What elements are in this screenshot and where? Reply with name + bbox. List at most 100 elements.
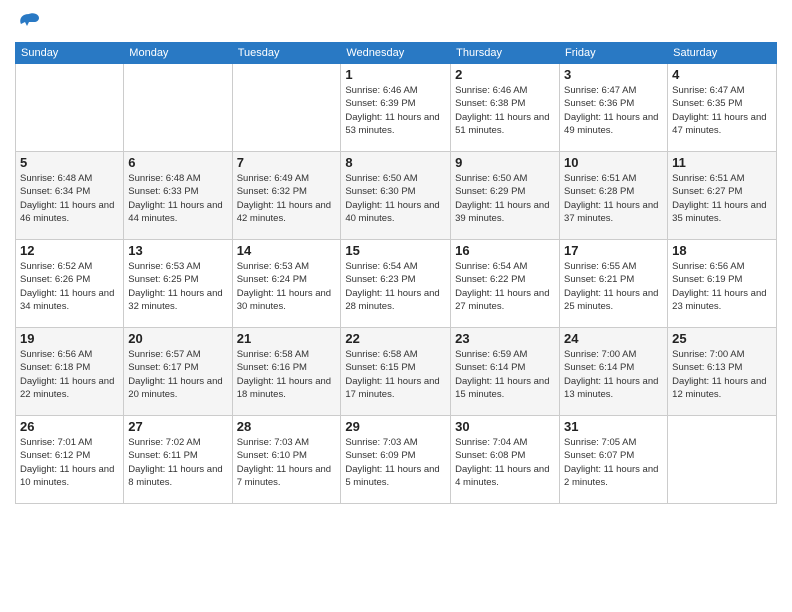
day-info: Sunrise: 6:59 AMSunset: 6:14 PMDaylight:… xyxy=(455,348,555,401)
calendar-cell: 10Sunrise: 6:51 AMSunset: 6:28 PMDayligh… xyxy=(560,152,668,240)
calendar-cell: 31Sunrise: 7:05 AMSunset: 6:07 PMDayligh… xyxy=(560,416,668,504)
day-info: Sunrise: 7:04 AMSunset: 6:08 PMDaylight:… xyxy=(455,436,555,489)
calendar-cell: 15Sunrise: 6:54 AMSunset: 6:23 PMDayligh… xyxy=(341,240,451,328)
calendar-cell: 26 Sunrise: 7:01 AMSunset: 6:12 PMDayligh… xyxy=(16,416,124,504)
weekday-header-monday: Monday xyxy=(124,43,232,64)
day-info: Sunrise: 6:50 AMSunset: 6:29 PMDaylight:… xyxy=(455,172,555,225)
day-info: Sunrise: 6:54 AMSunset: 6:23 PMDaylight:… xyxy=(345,260,446,313)
calendar-cell: 28 Sunrise: 7:03 AMSunset: 6:10 PMDayligh… xyxy=(232,416,341,504)
day-number: 28 xyxy=(237,419,337,434)
calendar-cell xyxy=(124,64,232,152)
calendar-week-4: 19 Sunrise: 6:56 AMSunset: 6:18 PMDayligh… xyxy=(16,328,777,416)
calendar-cell: 14Sunrise: 6:53 AMSunset: 6:24 PMDayligh… xyxy=(232,240,341,328)
calendar-cell: 23 Sunrise: 6:59 AMSunset: 6:14 PMDayligh… xyxy=(451,328,560,416)
weekday-header-sunday: Sunday xyxy=(16,43,124,64)
calendar-cell: 7 Sunrise: 6:49 AMSunset: 6:32 PMDaylight… xyxy=(232,152,341,240)
day-number: 9 xyxy=(455,155,555,170)
day-number: 12 xyxy=(20,243,119,258)
day-info: Sunrise: 6:48 AMSunset: 6:34 PMDaylight:… xyxy=(20,172,119,225)
calendar-cell: 25 Sunrise: 7:00 AMSunset: 6:13 PMDayligh… xyxy=(668,328,777,416)
day-info: Sunrise: 6:54 AMSunset: 6:22 PMDaylight:… xyxy=(455,260,555,313)
day-info: Sunrise: 6:56 AMSunset: 6:18 PMDaylight:… xyxy=(20,348,119,401)
day-number: 2 xyxy=(455,67,555,82)
day-info: Sunrise: 6:55 AMSunset: 6:21 PMDaylight:… xyxy=(564,260,663,313)
day-info: Sunrise: 6:52 AMSunset: 6:26 PMDaylight:… xyxy=(20,260,119,313)
day-number: 14 xyxy=(237,243,337,258)
day-number: 3 xyxy=(564,67,663,82)
day-number: 7 xyxy=(237,155,337,170)
day-number: 24 xyxy=(564,331,663,346)
weekday-header-wednesday: Wednesday xyxy=(341,43,451,64)
calendar-cell xyxy=(668,416,777,504)
calendar-cell: 12 Sunrise: 6:52 AMSunset: 6:26 PMDayligh… xyxy=(16,240,124,328)
calendar-week-5: 26 Sunrise: 7:01 AMSunset: 6:12 PMDayligh… xyxy=(16,416,777,504)
logo xyxy=(15,10,41,34)
day-number: 8 xyxy=(345,155,446,170)
calendar-cell: 27 Sunrise: 7:02 AMSunset: 6:11 PMDayligh… xyxy=(124,416,232,504)
day-number: 17 xyxy=(564,243,663,258)
weekday-header-tuesday: Tuesday xyxy=(232,43,341,64)
day-info: Sunrise: 6:49 AMSunset: 6:32 PMDaylight:… xyxy=(237,172,337,225)
day-info: Sunrise: 6:58 AMSunset: 6:16 PMDaylight:… xyxy=(237,348,337,401)
day-info: Sunrise: 7:00 AMSunset: 6:13 PMDaylight:… xyxy=(672,348,772,401)
calendar-cell: 5 Sunrise: 6:48 AMSunset: 6:34 PMDaylight… xyxy=(16,152,124,240)
day-info: Sunrise: 6:47 AMSunset: 6:35 PMDaylight:… xyxy=(672,84,772,137)
day-number: 29 xyxy=(345,419,446,434)
day-number: 13 xyxy=(128,243,227,258)
weekday-header-thursday: Thursday xyxy=(451,43,560,64)
day-info: Sunrise: 6:46 AMSunset: 6:39 PMDaylight:… xyxy=(345,84,446,137)
day-number: 23 xyxy=(455,331,555,346)
calendar-cell: 3 Sunrise: 6:47 AMSunset: 6:36 PMDaylight… xyxy=(560,64,668,152)
calendar-cell: 20Sunrise: 6:57 AMSunset: 6:17 PMDayligh… xyxy=(124,328,232,416)
day-info: Sunrise: 6:51 AMSunset: 6:27 PMDaylight:… xyxy=(672,172,772,225)
calendar-cell xyxy=(232,64,341,152)
day-number: 16 xyxy=(455,243,555,258)
day-info: Sunrise: 7:03 AMSunset: 6:10 PMDaylight:… xyxy=(237,436,337,489)
calendar-cell: 30 Sunrise: 7:04 AMSunset: 6:08 PMDayligh… xyxy=(451,416,560,504)
day-number: 19 xyxy=(20,331,119,346)
calendar-cell: 2 Sunrise: 6:46 AMSunset: 6:38 PMDaylight… xyxy=(451,64,560,152)
calendar-week-3: 12 Sunrise: 6:52 AMSunset: 6:26 PMDayligh… xyxy=(16,240,777,328)
day-info: Sunrise: 6:53 AMSunset: 6:25 PMDaylight:… xyxy=(128,260,227,313)
calendar-week-1: 1Sunrise: 6:46 AMSunset: 6:39 PMDaylight… xyxy=(16,64,777,152)
day-number: 4 xyxy=(672,67,772,82)
page: SundayMondayTuesdayWednesdayThursdayFrid… xyxy=(0,0,792,612)
day-info: Sunrise: 6:50 AMSunset: 6:30 PMDaylight:… xyxy=(345,172,446,225)
header xyxy=(15,10,777,34)
day-info: Sunrise: 6:46 AMSunset: 6:38 PMDaylight:… xyxy=(455,84,555,137)
day-info: Sunrise: 7:02 AMSunset: 6:11 PMDaylight:… xyxy=(128,436,227,489)
day-info: Sunrise: 7:03 AMSunset: 6:09 PMDaylight:… xyxy=(345,436,446,489)
day-number: 25 xyxy=(672,331,772,346)
calendar-cell: 11Sunrise: 6:51 AMSunset: 6:27 PMDayligh… xyxy=(668,152,777,240)
day-number: 26 xyxy=(20,419,119,434)
calendar-table: SundayMondayTuesdayWednesdayThursdayFrid… xyxy=(15,42,777,504)
day-number: 30 xyxy=(455,419,555,434)
calendar-cell: 22Sunrise: 6:58 AMSunset: 6:15 PMDayligh… xyxy=(341,328,451,416)
day-number: 27 xyxy=(128,419,227,434)
day-info: Sunrise: 7:05 AMSunset: 6:07 PMDaylight:… xyxy=(564,436,663,489)
weekday-header-row: SundayMondayTuesdayWednesdayThursdayFrid… xyxy=(16,43,777,64)
day-info: Sunrise: 6:57 AMSunset: 6:17 PMDaylight:… xyxy=(128,348,227,401)
calendar-cell: 9 Sunrise: 6:50 AMSunset: 6:29 PMDaylight… xyxy=(451,152,560,240)
calendar-cell: 19 Sunrise: 6:56 AMSunset: 6:18 PMDayligh… xyxy=(16,328,124,416)
calendar-week-2: 5 Sunrise: 6:48 AMSunset: 6:34 PMDaylight… xyxy=(16,152,777,240)
calendar-cell: 13 Sunrise: 6:53 AMSunset: 6:25 PMDayligh… xyxy=(124,240,232,328)
day-info: Sunrise: 6:58 AMSunset: 6:15 PMDaylight:… xyxy=(345,348,446,401)
day-info: Sunrise: 6:47 AMSunset: 6:36 PMDaylight:… xyxy=(564,84,663,137)
day-info: Sunrise: 7:01 AMSunset: 6:12 PMDaylight:… xyxy=(20,436,119,489)
calendar-cell xyxy=(16,64,124,152)
day-info: Sunrise: 6:56 AMSunset: 6:19 PMDaylight:… xyxy=(672,260,772,313)
weekday-header-saturday: Saturday xyxy=(668,43,777,64)
calendar-cell: 4 Sunrise: 6:47 AMSunset: 6:35 PMDaylight… xyxy=(668,64,777,152)
logo-bird-icon xyxy=(17,10,41,34)
calendar-cell: 8 Sunrise: 6:50 AMSunset: 6:30 PMDaylight… xyxy=(341,152,451,240)
weekday-header-friday: Friday xyxy=(560,43,668,64)
calendar-cell: 29 Sunrise: 7:03 AMSunset: 6:09 PMDayligh… xyxy=(341,416,451,504)
day-number: 21 xyxy=(237,331,337,346)
calendar-cell: 1Sunrise: 6:46 AMSunset: 6:39 PMDaylight… xyxy=(341,64,451,152)
day-number: 18 xyxy=(672,243,772,258)
calendar-cell: 16 Sunrise: 6:54 AMSunset: 6:22 PMDayligh… xyxy=(451,240,560,328)
calendar-cell: 18 Sunrise: 6:56 AMSunset: 6:19 PMDayligh… xyxy=(668,240,777,328)
day-number: 10 xyxy=(564,155,663,170)
day-number: 5 xyxy=(20,155,119,170)
